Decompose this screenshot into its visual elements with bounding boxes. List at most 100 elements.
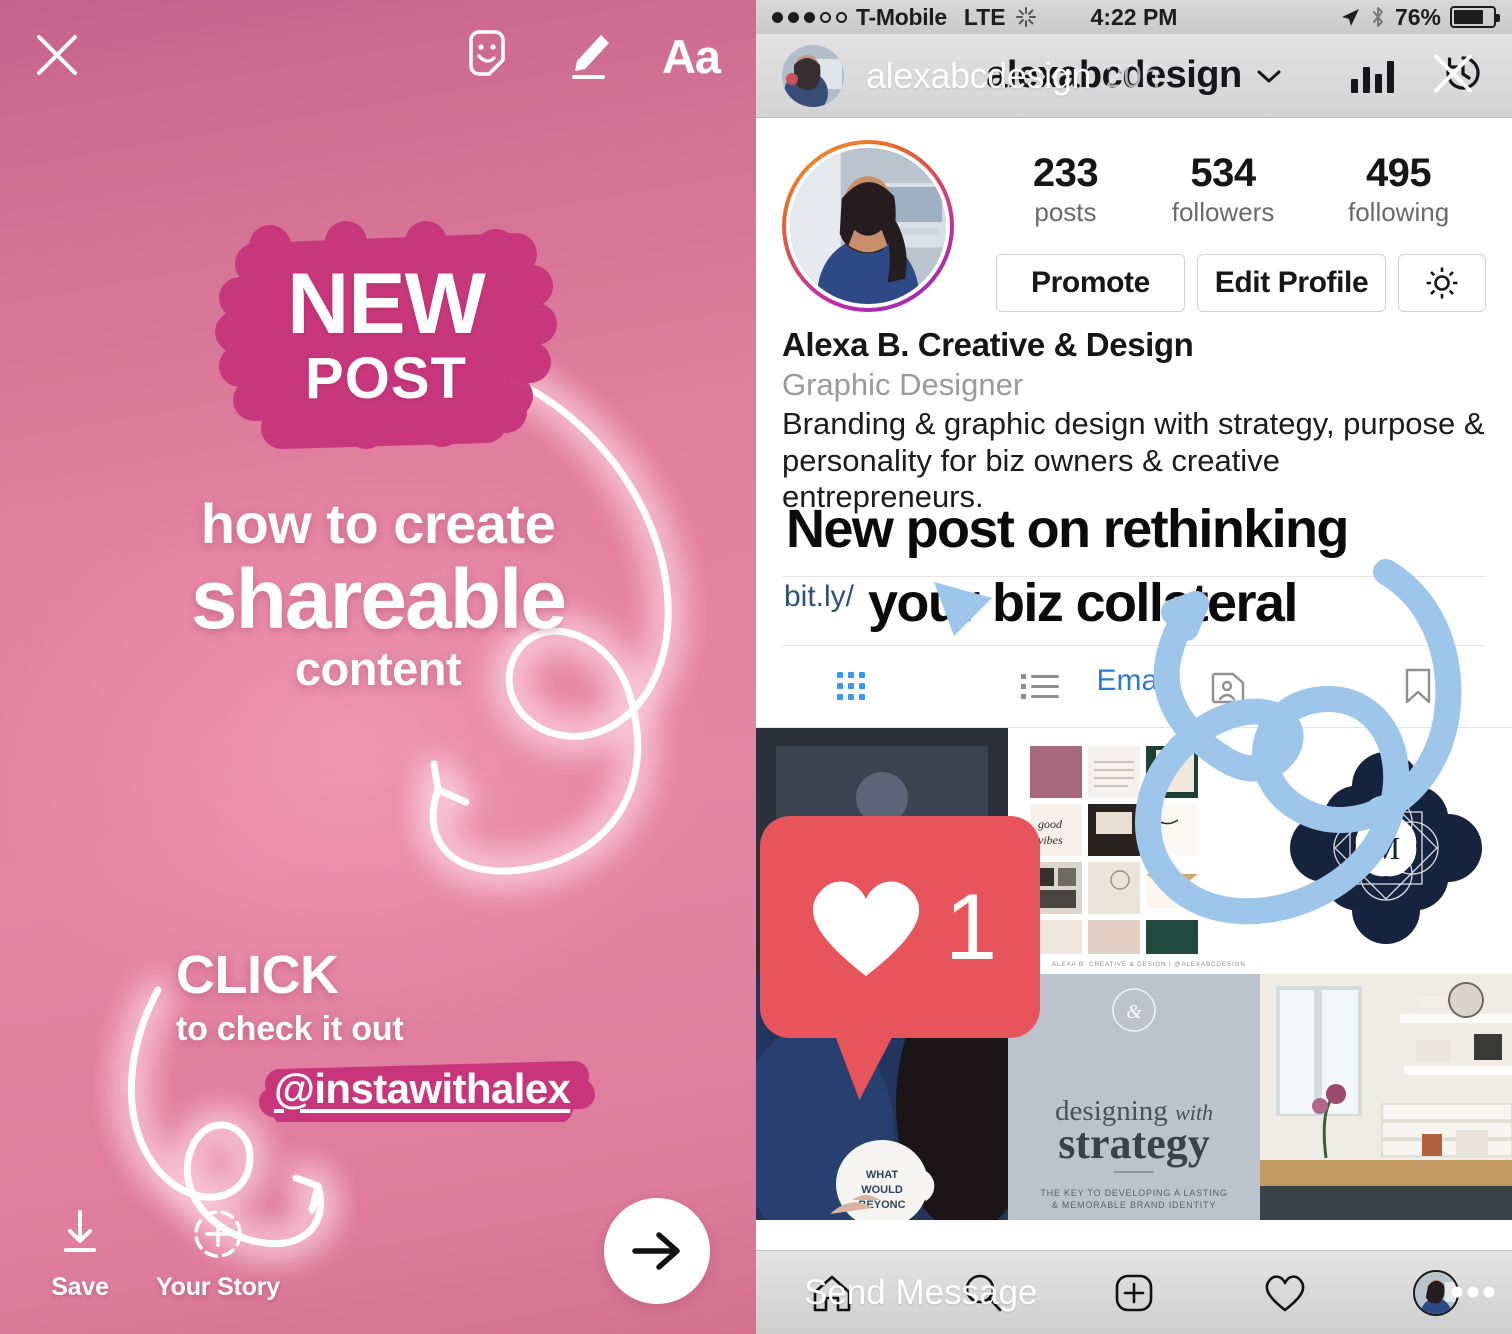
grid-icon bbox=[836, 672, 865, 701]
svg-text:M: M bbox=[1372, 830, 1400, 866]
more-options-icon[interactable]: ••• bbox=[1450, 1270, 1498, 1315]
heart-filled-icon bbox=[812, 881, 919, 976]
stat-label: following bbox=[1347, 197, 1450, 227]
send-message-label[interactable]: Send Message bbox=[804, 1273, 1037, 1313]
status-bar: T-Mobile LTE 4:22 PM 76% bbox=[756, 0, 1512, 34]
instagram-profile-panel: T-Mobile LTE 4:22 PM 76% alexabcdesign a… bbox=[756, 0, 1512, 1334]
headline-line3: content bbox=[294, 642, 462, 696]
save-label: Save bbox=[51, 1273, 109, 1301]
stat-label: followers bbox=[1171, 197, 1275, 227]
grid-caption: ALEXA B. CREATIVE & DESIGN | @ALEXABCDES… bbox=[1052, 961, 1246, 968]
bookmark-icon bbox=[1405, 669, 1430, 704]
strategy-sub2: & MEMORABLE BRAND IDENTITY bbox=[1052, 1200, 1216, 1210]
stat-following[interactable]: 495 following bbox=[1348, 152, 1449, 228]
post-thumb-kitchen bbox=[1260, 973, 1512, 1220]
profile-bio: Alexa B. Creative & Design Graphic Desig… bbox=[756, 312, 1512, 646]
headline-line1: how to create bbox=[200, 492, 556, 555]
navbar-actions bbox=[1351, 50, 1486, 101]
status-right: 76% bbox=[1339, 3, 1500, 31]
bottom-nav-bar: Send Message ••• bbox=[756, 1250, 1512, 1334]
like-count: 1 bbox=[944, 874, 998, 979]
story-headline: how to create shareable content bbox=[0, 492, 756, 696]
stat-number: 534 bbox=[1190, 151, 1256, 195]
strategy-sub1: THE KEY TO DEVELOPING A LASTING bbox=[1040, 1188, 1227, 1198]
stat-label: posts bbox=[1034, 197, 1097, 227]
ampersand-glyph: & bbox=[1126, 1001, 1142, 1023]
close-icon[interactable] bbox=[34, 32, 80, 78]
story-composer-panel: Aa NEW POST how to create shareable cont… bbox=[0, 0, 756, 1334]
post-thumb-moodboard: good vibes ALEXA B. CREATIVE & DESIGN | … bbox=[1008, 727, 1260, 974]
story-tools-group: Aa bbox=[462, 28, 721, 84]
post-thumb-strategy: & designing with strategy THE KEY TO DEV… bbox=[1008, 973, 1260, 1220]
cta-line1: CLICK bbox=[176, 945, 339, 1005]
post-thumb-monogram: M bbox=[1260, 727, 1512, 974]
badge-line2: POST bbox=[305, 346, 467, 412]
pen-icon[interactable] bbox=[564, 28, 614, 84]
svg-text:good: good bbox=[1038, 817, 1063, 831]
like-popup-body: 1 bbox=[760, 816, 1040, 1038]
story-toolbar: Aa bbox=[0, 0, 756, 116]
bar-chart-icon[interactable] bbox=[1351, 59, 1394, 93]
stat-number: 495 bbox=[1365, 151, 1432, 195]
strategy-line2: strategy bbox=[1058, 1119, 1210, 1168]
profile-actions: Promote Edit Profile bbox=[996, 254, 1486, 312]
like-notification-popup: 1 bbox=[760, 816, 1040, 1100]
svg-text:vibes: vibes bbox=[1038, 833, 1063, 847]
headline-line2: shareable bbox=[190, 551, 567, 646]
sticker-icon[interactable] bbox=[462, 28, 512, 84]
cta-line2: to check it out bbox=[176, 1010, 404, 1048]
list-item[interactable]: good vibes ALEXA B. CREATIVE & DESIGN | … bbox=[1008, 727, 1260, 974]
battery-percent-label: 76% bbox=[1394, 3, 1441, 30]
edit-profile-button[interactable]: Edit Profile bbox=[1197, 254, 1386, 312]
new-post-badge-text: NEW POST bbox=[196, 216, 576, 456]
mug-text-2: WOULD bbox=[861, 1184, 903, 1196]
heart-icon bbox=[1265, 1274, 1305, 1311]
location-arrow-icon bbox=[1341, 9, 1359, 26]
add-story-icon bbox=[194, 1210, 242, 1258]
profile-stats: 233 posts 534 followers 495 following bbox=[996, 140, 1486, 228]
bluetooth-icon bbox=[1372, 7, 1383, 27]
gear-icon[interactable] bbox=[1398, 254, 1486, 312]
download-icon bbox=[64, 1210, 96, 1252]
stat-followers[interactable]: 534 followers bbox=[1172, 152, 1275, 228]
profile-display-name: Alexa B. Creative & Design bbox=[782, 326, 1194, 363]
chevron-down-icon bbox=[1257, 70, 1281, 82]
list-item[interactable]: & designing with strategy THE KEY TO DEV… bbox=[1008, 973, 1260, 1220]
plus-square-icon bbox=[1115, 1274, 1153, 1311]
photo-person-icon bbox=[1211, 673, 1244, 704]
profile-bio-text: Branding & graphic design with strategy,… bbox=[782, 406, 1485, 515]
text-icon[interactable]: Aa bbox=[662, 28, 721, 84]
stat-posts[interactable]: 233 posts bbox=[1032, 151, 1099, 228]
story-handle[interactable]: @instawithalex bbox=[258, 1058, 595, 1122]
tab-grid[interactable] bbox=[756, 666, 945, 706]
profile-avatar-ring[interactable] bbox=[782, 140, 954, 312]
list-item[interactable] bbox=[1260, 973, 1512, 1220]
profile-tabs bbox=[756, 646, 1512, 728]
badge-line1: NEW bbox=[287, 255, 486, 352]
tab-saved[interactable] bbox=[1323, 664, 1512, 708]
arrow-right-icon bbox=[632, 1232, 680, 1270]
handle-text: @instawithalex bbox=[274, 1065, 571, 1112]
story-cta: CLICK to check it out bbox=[176, 945, 404, 1048]
profile-stats-column: 233 posts 534 followers 495 following Pr… bbox=[954, 140, 1486, 312]
battery-icon bbox=[1450, 6, 1500, 28]
nav-add-post[interactable] bbox=[1058, 1270, 1209, 1316]
mug-text-1: WHAT bbox=[866, 1169, 898, 1181]
profile-username-dropdown[interactable]: alexabcdesign bbox=[986, 54, 1281, 97]
your-story-button[interactable]: Your Story bbox=[140, 1208, 296, 1302]
navbar-title: alexabcdesign bbox=[986, 54, 1242, 96]
profile-link-row[interactable] bbox=[782, 575, 1486, 646]
stat-number: 233 bbox=[1032, 151, 1099, 195]
tab-tagged-photos[interactable] bbox=[1134, 665, 1323, 707]
tab-list[interactable] bbox=[945, 666, 1134, 706]
list-item[interactable]: M bbox=[1260, 727, 1512, 974]
your-story-label: Your Story bbox=[156, 1273, 280, 1301]
nav-activity[interactable] bbox=[1210, 1271, 1361, 1315]
screenshot-root: Aa NEW POST how to create shareable cont… bbox=[0, 0, 1512, 1334]
save-button[interactable]: Save bbox=[26, 1208, 134, 1302]
next-button[interactable] bbox=[604, 1198, 710, 1304]
promote-button[interactable]: Promote bbox=[996, 254, 1185, 312]
archive-clock-icon[interactable] bbox=[1440, 50, 1486, 101]
profile-header: 233 posts 534 followers 495 following Pr… bbox=[756, 118, 1512, 312]
profile-category: Graphic Designer bbox=[782, 367, 1024, 402]
